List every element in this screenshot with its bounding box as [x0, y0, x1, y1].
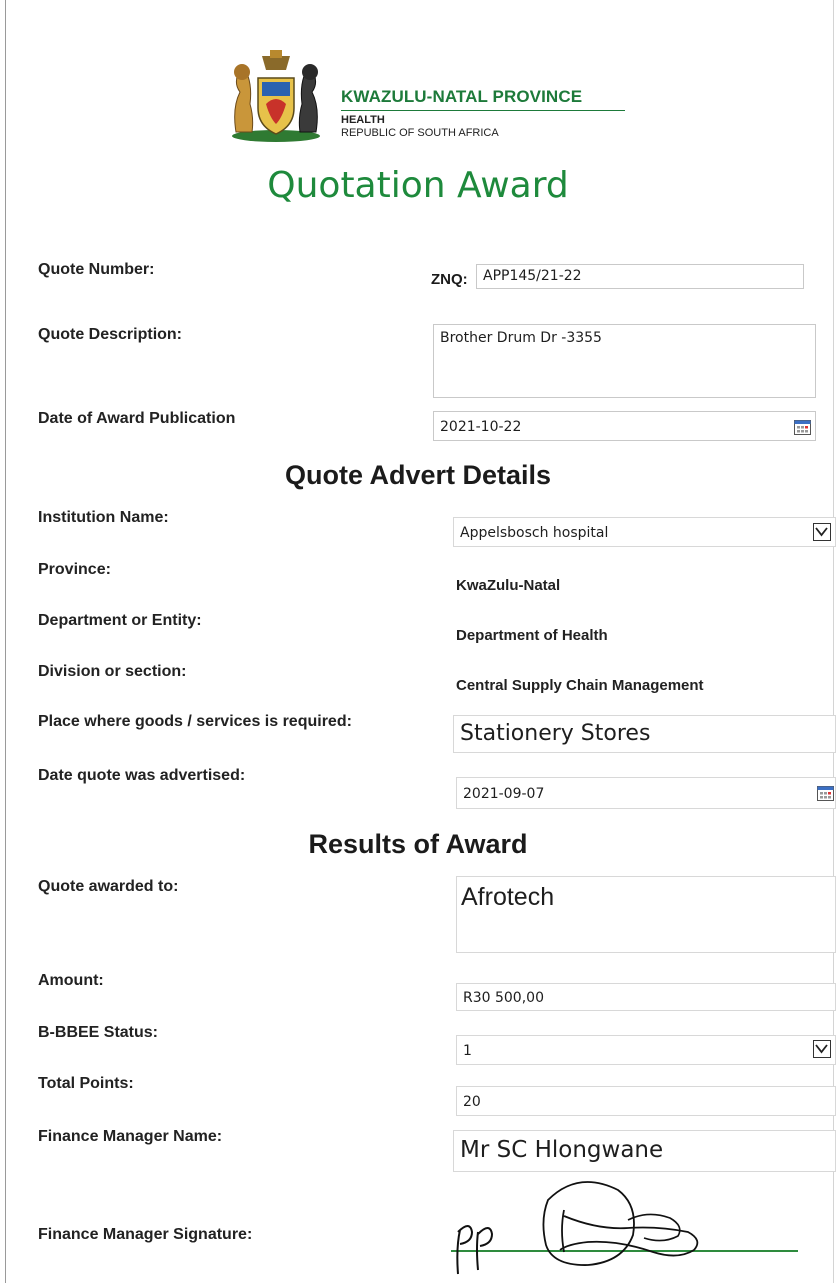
province-name: KWAZULU-NATAL PROVINCE — [341, 87, 583, 106]
quote-number-label: Quote Number: — [38, 261, 155, 278]
manager-signature-label: Finance Manager Signature: — [38, 1226, 253, 1243]
quote-number-prefix: ZNQ: — [431, 271, 468, 288]
chevron-down-icon[interactable] — [813, 523, 831, 541]
place-label: Place where goods / services is required… — [38, 713, 352, 730]
total-points-label: Total Points: — [38, 1075, 134, 1092]
header-rule — [341, 110, 625, 111]
awarded-to-label: Quote awarded to: — [38, 878, 179, 895]
department-value: Department of Health — [456, 627, 608, 644]
total-points-input[interactable]: 20 — [456, 1086, 836, 1116]
calendar-icon[interactable] — [794, 420, 811, 435]
signature-mark — [456, 1181, 699, 1275]
bbbee-select[interactable]: 1 — [456, 1035, 836, 1065]
award-date-label: Date of Award Publication — [38, 410, 236, 427]
quote-number-input[interactable]: APP145/21-22 — [476, 264, 804, 289]
manager-name-label: Finance Manager Name: — [38, 1128, 223, 1145]
country-name: REPUBLIC OF SOUTH AFRICA — [341, 127, 499, 139]
province-value: KwaZulu-Natal — [456, 577, 561, 594]
calendar-icon[interactable] — [817, 786, 834, 801]
results-heading: Results of Award — [308, 829, 528, 859]
advert-details-heading: Quote Advert Details — [284, 460, 552, 490]
quote-description-input[interactable]: Brother Drum Dr -3355 — [433, 324, 816, 398]
awarded-to-input[interactable]: Afrotech — [456, 876, 836, 953]
department-name: HEALTH — [341, 114, 385, 126]
advertised-date-label: Date quote was advertised: — [38, 767, 246, 784]
institution-label: Institution Name: — [38, 509, 169, 526]
division-label: Division or section: — [38, 663, 187, 680]
quote-description-label: Quote Description: — [38, 326, 183, 343]
amount-input[interactable]: R30 500,00 — [456, 983, 836, 1011]
advertised-date-input[interactable]: 2021-09-07 — [456, 777, 836, 809]
institution-select[interactable]: Appelsbosch hospital — [453, 517, 836, 547]
place-input[interactable]: Stationery Stores — [453, 715, 836, 753]
page-title: Quotation Award — [267, 165, 569, 206]
province-label: Province: — [38, 561, 111, 578]
division-value: Central Supply Chain Management — [456, 677, 704, 694]
coat-of-arms-icon — [232, 50, 320, 142]
manager-name-input[interactable]: Mr SC Hlongwane — [453, 1130, 836, 1172]
award-date-input[interactable]: 2021-10-22 — [433, 411, 816, 441]
department-label: Department or Entity: — [38, 612, 202, 629]
amount-label: Amount: — [38, 972, 104, 989]
chevron-down-icon[interactable] — [813, 1040, 831, 1058]
bbbee-label: B-BBEE Status: — [38, 1024, 159, 1041]
